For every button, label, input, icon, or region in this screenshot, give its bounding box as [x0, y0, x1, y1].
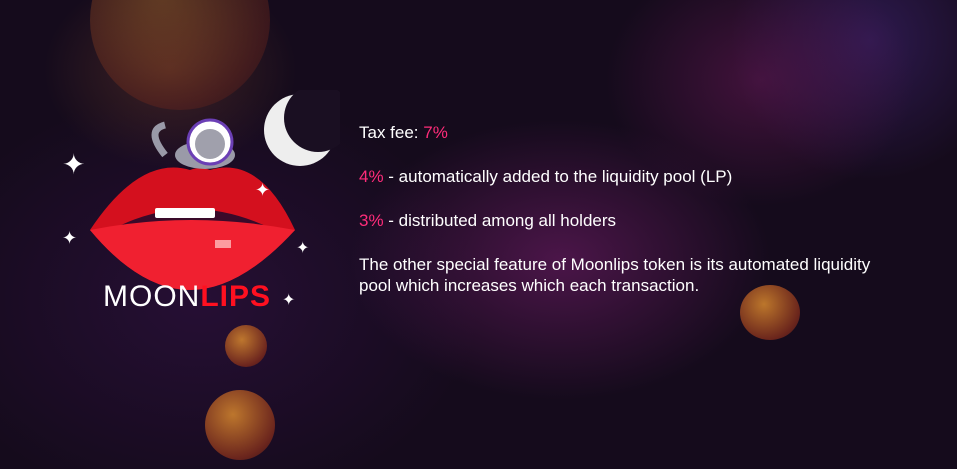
- holders-text: - distributed among all holders: [383, 211, 617, 230]
- astronaut-cat-icon: [151, 118, 235, 169]
- moon-icon: [264, 90, 340, 166]
- holders-value: 3%: [359, 211, 384, 230]
- tokenomics-text: Tax fee: 7% 4% - automatically added to …: [359, 122, 879, 319]
- sparkle-icon: ✦: [255, 180, 271, 200]
- sparkle-icon: ✦: [282, 292, 296, 309]
- sparkle-icon: ✦: [296, 240, 310, 257]
- holders-line: 3% - distributed among all holders: [359, 210, 879, 231]
- planet-decoration: [205, 390, 275, 460]
- tax-value: 7%: [423, 123, 448, 142]
- lp-text: - automatically added to the liquidity p…: [383, 167, 733, 186]
- tax-fee-line: Tax fee: 7%: [359, 122, 879, 143]
- tax-label: Tax fee:: [359, 123, 419, 142]
- sparkle-icon: ✦: [62, 228, 78, 248]
- brand-lips: LIPS: [200, 280, 272, 313]
- lp-value: 4%: [359, 167, 384, 186]
- brand-wordmark: MOONLIPS: [103, 280, 271, 314]
- planet-decoration: [225, 325, 267, 367]
- sparkle-icon: ✦: [62, 149, 86, 180]
- lp-line: 4% - automatically added to the liquidit…: [359, 166, 879, 187]
- description: The other special feature of Moonlips to…: [359, 255, 871, 295]
- brand-moon: MOON: [103, 280, 201, 313]
